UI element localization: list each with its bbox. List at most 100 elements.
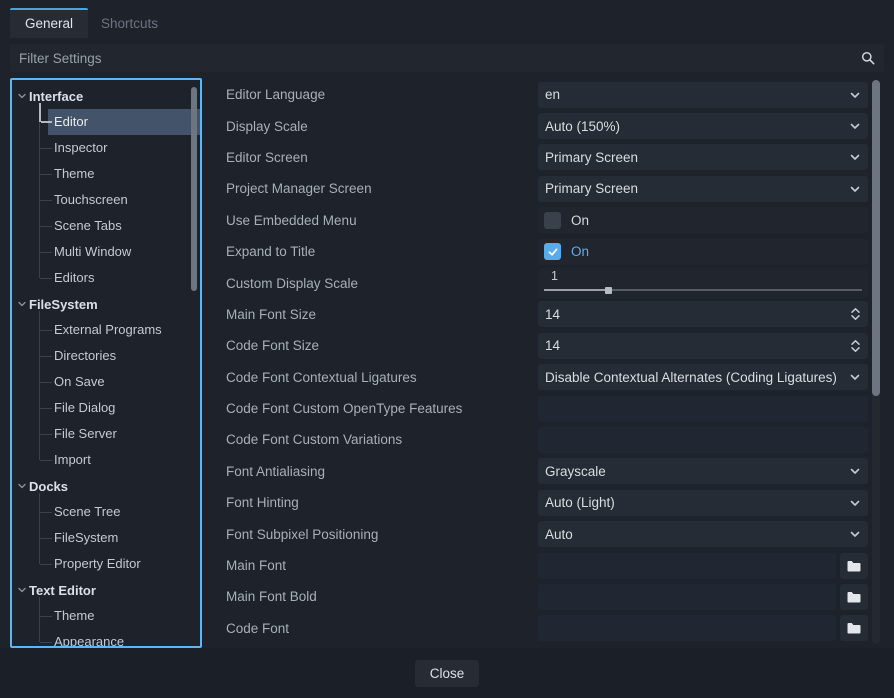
filter-settings-input[interactable] [19,51,861,66]
setting-value: en [538,82,868,108]
up-down-arrows-icon [850,339,861,353]
checkbox-row-use-embedded-menu: On [538,207,868,233]
dropdown-font-hinting[interactable]: Auto (Light) [538,490,868,516]
dropdown-editor-language[interactable]: en [538,82,868,108]
setting-label: Main Font Size [214,307,538,322]
setting-value [538,615,868,641]
browse-file-button-main-font-bold[interactable] [840,584,868,610]
dropdown-editor-screen[interactable]: Primary Screen [538,144,868,170]
close-button[interactable]: Close [415,660,480,687]
sidebar-item-file-server[interactable]: File Server [12,421,200,447]
setting-label: Project Manager Screen [214,181,538,196]
chevron-down-icon [849,528,861,540]
chevron-down-icon [849,151,861,163]
text-field-code-font-custom-variations[interactable] [538,427,868,453]
setting-label: Main Font Bold [214,589,538,604]
tab-shortcuts[interactable]: Shortcuts [88,10,171,38]
checkbox-row-expand-to-title: On [538,239,868,265]
text-field-code-font[interactable] [538,615,836,641]
setting-label: Editor Language [214,87,538,102]
checkbox-expand-to-title[interactable] [544,243,561,260]
text-field-code-font-custom-opentype-features[interactable] [538,396,868,422]
sidebar-item-editors[interactable]: Editors [12,265,200,291]
tab-general[interactable]: General [10,8,88,38]
sidebar-item-theme[interactable]: Theme [12,603,200,629]
setting-value: On [538,207,868,233]
setting-label: Use Embedded Menu [214,213,538,228]
setting-label: Font Subpixel Positioning [214,527,538,542]
search-icon [861,51,875,65]
spinbox-main-font-size[interactable]: 14 [538,301,868,327]
dropdown-code-font-contextual-ligatures[interactable]: Disable Contextual Alternates (Coding Li… [538,364,868,390]
setting-label: Font Hinting [214,495,538,510]
dropdown-project-manager-screen[interactable]: Primary Screen [538,176,868,202]
dropdown-font-subpixel-positioning[interactable]: Auto [538,521,868,547]
spinbox-code-font-size[interactable]: 14 [538,333,868,359]
sidebar-item-theme[interactable]: Theme [12,161,200,187]
setting-row-project-manager-screen: Project Manager ScreenPrimary Screen [214,173,884,204]
chevron-down-icon [17,585,27,595]
tree-category-filesystem[interactable]: FileSystem [12,291,200,317]
settings-tree: InterfaceEditorInspectorThemeTouchscreen… [10,78,202,648]
slider-handle[interactable] [605,287,612,294]
sidebar-item-editor[interactable]: Editor [12,109,200,135]
value-text: en [545,87,849,102]
sidebar-scrollbar-thumb[interactable] [191,87,197,291]
sidebar-item-on-save[interactable]: On Save [12,369,200,395]
tree-category-text-editor[interactable]: Text Editor [12,577,200,603]
checkbox-label: On [571,244,589,259]
setting-row-code-font-contextual-ligatures: Code Font Contextual LigaturesDisable Co… [214,362,884,393]
settings-panel: Editor Language en Display ScaleAuto (150%… [214,78,884,648]
text-field-main-font[interactable] [538,553,836,579]
sidebar-item-multi-window[interactable]: Multi Window [12,239,200,265]
sidebar-item-directories[interactable]: Directories [12,343,200,369]
browse-file-button-main-font[interactable] [840,553,868,579]
folder-icon [847,591,861,603]
setting-value [538,427,868,453]
value-text: 14 [545,307,850,322]
slider-fill [544,289,608,291]
chevron-down-icon [849,183,861,195]
chevron-down-icon [17,481,27,491]
sidebar-item-property-editor[interactable]: Property Editor [12,551,200,577]
setting-label: Display Scale [214,119,538,134]
setting-value: On [538,239,868,265]
sidebar-item-external-programs[interactable]: External Programs [12,317,200,343]
checkbox-use-embedded-menu[interactable] [544,212,561,229]
browse-file-button-code-font[interactable] [840,615,868,641]
sidebar-item-scene-tabs[interactable]: Scene Tabs [12,213,200,239]
slider-track[interactable] [544,289,862,291]
text-field-main-font-bold[interactable] [538,584,836,610]
setting-row-editor-screen: Editor ScreenPrimary Screen [214,142,884,173]
font-file-code-font [538,615,868,641]
setting-row-main-font-bold: Main Font Bold [214,581,884,612]
setting-row-main-font-size: Main Font Size 14 [214,299,884,330]
folder-icon [847,560,861,572]
setting-label: Code Font [214,621,538,636]
sidebar-item-scene-tree[interactable]: Scene Tree [12,499,200,525]
setting-value: 1 [538,268,868,298]
panel-scrollbar-thumb[interactable] [872,80,880,396]
setting-row-expand-to-title: Expand to TitleOn [214,236,884,267]
sidebar-item-appearance[interactable]: Appearance [12,629,200,648]
up-down-arrows-icon [850,307,861,321]
setting-row-code-font: Code Font [214,613,884,644]
setting-value: Auto [538,521,868,547]
sidebar-item-inspector[interactable]: Inspector [12,135,200,161]
sidebar-item-file-dialog[interactable]: File Dialog [12,395,200,421]
sidebar-item-filesystem[interactable]: FileSystem [12,525,200,551]
sidebar-item-touchscreen[interactable]: Touchscreen [12,187,200,213]
tree-category-docks[interactable]: Docks [12,473,200,499]
setting-value: Grayscale [538,458,868,484]
sidebar-item-import[interactable]: Import [12,447,200,473]
dropdown-display-scale[interactable]: Auto (150%) [538,113,868,139]
slider-value: 1 [551,269,558,283]
setting-row-font-antialiasing: Font AntialiasingGrayscale [214,456,884,487]
chevron-down-icon [849,465,861,477]
chevron-down-icon [849,120,861,132]
value-text: Grayscale [545,464,849,479]
tree-category-label: Text Editor [29,583,96,598]
tree-category-label: FileSystem [29,297,98,312]
dropdown-font-antialiasing[interactable]: Grayscale [538,458,868,484]
tree-children-text-editor: ThemeAppearance [12,603,200,648]
